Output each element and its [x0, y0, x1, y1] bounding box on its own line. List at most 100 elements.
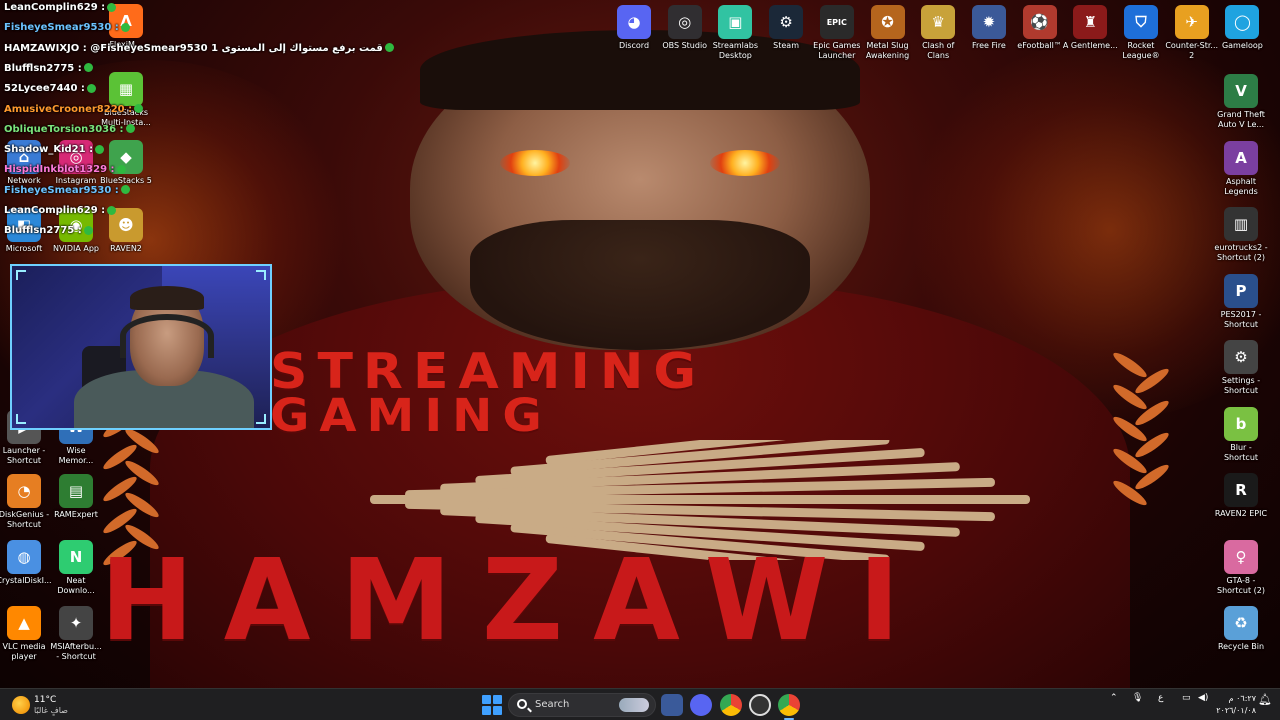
search-icon — [517, 699, 527, 709]
input-language-indicator[interactable]: ع — [1158, 693, 1163, 703]
desktop-icon-gta5[interactable]: V Grand Theft Auto V Le... — [1213, 74, 1269, 130]
chat-message: ObliqueTorsion3036 : — [4, 124, 135, 135]
chat-badge-icon — [120, 185, 130, 195]
desktop-icon-streamlabs[interactable]: ▣ Streamlabs Desktop — [707, 5, 763, 61]
desktop-icon-recycle-bin[interactable]: ♻ Recycle Bin — [1213, 606, 1269, 652]
desktop-icon-label: Gameloop — [1221, 41, 1263, 50]
chat-message: AmusiveCrooner8220 : — [4, 104, 144, 115]
desktop-icon-label: RAVEN2 EPIC — [1214, 509, 1268, 518]
chat-message-text: LeanComplin629 : — [4, 2, 106, 13]
desktop-icon-gameloop[interactable]: ◯ Gameloop — [1214, 5, 1270, 51]
desktop-icon-label: PES2017 - Shortcut — [1220, 309, 1262, 329]
chat-message: Shadow_Kid21 : — [4, 144, 105, 155]
desktop-icon-label: Epic Games Launcher — [813, 41, 861, 60]
taskbar-chrome-icon[interactable] — [720, 694, 742, 716]
vlc-icon: ▲ — [7, 606, 41, 640]
desktop-icon-eurotrucks[interactable]: ▥ eurotrucks2 - Shortcut (2) — [1213, 207, 1269, 263]
taskbar-obs-icon[interactable] — [749, 694, 771, 716]
chat-message: HAMZAWIXJO : @FisheyeSmear9530 قمت برفع … — [4, 43, 394, 54]
epic-games-icon: EPIC — [819, 5, 854, 39]
tray-overflow-chevron-icon[interactable]: ⌃ — [1110, 693, 1118, 703]
desktop-icon-vlc[interactable]: ▲ VLC media player — [0, 606, 52, 662]
desktop-icon-label: Recycle Bin — [1217, 642, 1265, 651]
windows-logo-icon — [482, 706, 491, 715]
chat-badge-icon — [116, 164, 126, 174]
taskbar-chrome-active-icon[interactable] — [778, 694, 800, 720]
clock-date: ٢٠٢٦/٠١/٠٨ — [1216, 706, 1256, 715]
desktop-icon-settings[interactable]: ⚙ Settings - Shortcut — [1213, 340, 1269, 396]
desktop-icon-rocket-league[interactable]: ⛉ Rocket League® — [1113, 5, 1169, 61]
desktop-icon-asphalt[interactable]: A Asphalt Legends — [1213, 140, 1269, 197]
frame-corner — [16, 270, 26, 280]
network-icon[interactable]: ▭ — [1182, 693, 1191, 703]
desktop-icon-free-fire[interactable]: ✹ Free Fire — [961, 5, 1017, 51]
taskbar-search[interactable]: Search — [508, 693, 656, 717]
desktop-icon-epic-games[interactable]: EPIC Epic Games Launcher — [809, 5, 865, 61]
neat-download-icon: N — [59, 540, 93, 574]
frame-corner — [16, 414, 26, 424]
weather-widget[interactable]: 11°C صافٍ غالبًا — [10, 693, 100, 717]
desktop-icon-neat-download[interactable]: N Neat Downlo... — [48, 540, 104, 596]
chat-message-text: FisheyeSmear9530 : — [4, 184, 119, 196]
desktop-icon-blur[interactable]: b Blur - Shortcut — [1213, 406, 1269, 463]
chat-message-text: HispidInkblot1329 : — [4, 164, 115, 176]
ramexpert-icon: ▤ — [59, 474, 93, 508]
notifications-bell-icon[interactable]: 🔔︎ — [1258, 693, 1272, 706]
chat-message: LeanComplin629 : — [4, 2, 117, 13]
clock-time: ٠٦:٢٧ م — [1228, 694, 1256, 703]
windows-logo-icon — [493, 706, 502, 715]
desktop-icon-bluestacks-multi[interactable]: ▦ BlueStacks Multi-Insta... — [98, 72, 154, 128]
desktop-icon-metal-slug[interactable]: ✪ Metal Slug Awakening — [860, 5, 916, 61]
desktop-icon-msi-afterburner[interactable]: ✦ MSIAfterbu... - Shortcut — [48, 606, 104, 662]
portrait-beard — [470, 220, 810, 350]
desktop-icon-pes2017[interactable]: P PES2017 - Shortcut — [1213, 273, 1269, 330]
desktop-icon-label: OBS Studio — [662, 41, 708, 50]
webcam-person-hair — [130, 286, 204, 310]
chat-badge-icon — [107, 205, 117, 215]
desktop-icon-discord[interactable]: ◕ Discord — [606, 5, 662, 51]
diskgenius-icon: ◔ — [7, 474, 41, 508]
desktop-icon-counter-strike[interactable]: ✈ Counter-Str... 2 — [1164, 5, 1220, 61]
clash-of-clans-icon: ♛ — [921, 5, 956, 39]
microphone-icon[interactable]: 🎙︎ — [1132, 693, 1143, 703]
desktop-icon-label: Grand Theft Auto V Le... — [1217, 110, 1265, 129]
desktop-icon-label: MSIAfterbu... - Shortcut — [50, 642, 102, 661]
desktop-icon-label: Settings - Shortcut — [1221, 376, 1261, 395]
chat-message: Blufflsn2775 : — [4, 225, 93, 236]
chat-badge-icon — [125, 124, 135, 134]
desktop-icon-crystaldisk[interactable]: ◍ CrystalDiskI... — [0, 540, 52, 586]
settings-icon: ⚙ — [1224, 340, 1258, 374]
desktop-icon-raven2-epic[interactable]: R RAVEN2 EPIC — [1213, 473, 1269, 519]
desktop-icon-bluestacks[interactable]: ◆ BlueStacks 5 — [98, 140, 154, 186]
clock[interactable]: ٠٦:٢٧ م ٢٠٢٦/٠١/٠٨ — [1216, 693, 1256, 717]
desktop-icon-gta8[interactable]: ♀ GTA-8 - Shortcut (2) — [1213, 539, 1269, 596]
desktop-icon-label: A Gentleme... — [1062, 41, 1118, 50]
desktop-icon-diskgenius[interactable]: ◔ DiskGenius - Shortcut — [0, 474, 52, 530]
weather-temperature: 11°C — [34, 695, 57, 705]
taskbar-discord-icon[interactable] — [690, 694, 712, 716]
desktop-icon-steam[interactable]: ⚙ Steam — [758, 5, 814, 51]
desktop-icon-label: VLC media player — [2, 642, 46, 661]
taskbar-app-store-icon[interactable] — [661, 694, 683, 716]
chat-message-text: Blufflsn2775 : — [4, 62, 82, 74]
desktop-icon-obs[interactable]: ◎ OBS Studio — [657, 5, 713, 51]
raven2-epic-icon: R — [1224, 473, 1258, 507]
streamlabs-icon: ▣ — [718, 5, 753, 39]
weather-sun-icon — [12, 696, 30, 714]
chat-badge-icon — [86, 83, 96, 93]
desktop-icon-label: Neat Downlo... — [57, 576, 95, 595]
desktop-icon-efootball[interactable]: ⚽ eFootball™ — [1012, 5, 1068, 51]
desktop-icon-clash-of-clans[interactable]: ♛ Clash of Clans — [910, 5, 966, 61]
chat-message: HispidInkblot1329 : — [4, 164, 126, 175]
start-button[interactable] — [482, 695, 502, 715]
volume-icon[interactable]: ◀) — [1198, 693, 1208, 703]
desktop-icon-gentleman[interactable]: ♜ A Gentleme... — [1062, 5, 1118, 51]
desktop-icon-ramexpert[interactable]: ▤ RAMExpert — [48, 474, 104, 520]
windows-logo-icon — [482, 695, 491, 704]
pes2017-icon: P — [1224, 273, 1258, 308]
chat-message: Blufflsn2775 : — [4, 63, 93, 74]
desktop-icon-label: Blur - Shortcut — [1223, 442, 1259, 462]
chat-message: FisheyeSmear9530 : — [4, 22, 130, 33]
chat-badge-icon — [134, 104, 144, 113]
blur-icon: b — [1224, 406, 1258, 441]
